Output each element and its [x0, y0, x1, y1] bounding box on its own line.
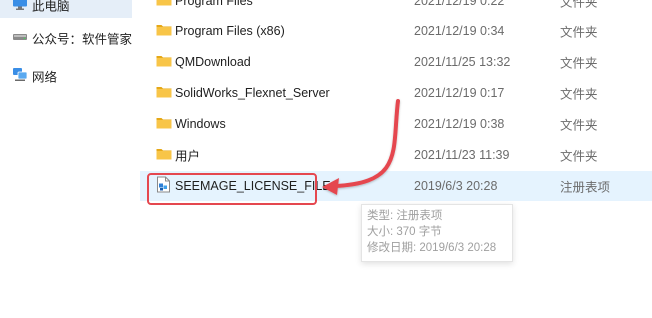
file-info-tooltip: 类型: 注册表项 大小: 370 字节 修改日期: 2019/6/3 20:28 [361, 204, 513, 262]
annotation-arrow [322, 99, 400, 195]
tooltip-type: 类型: 注册表项 [367, 210, 443, 222]
tooltip-size: 大小: 370 字节 [367, 226, 442, 238]
tooltip-modified: 修改日期: 2019/6/3 20:28 [367, 242, 497, 254]
